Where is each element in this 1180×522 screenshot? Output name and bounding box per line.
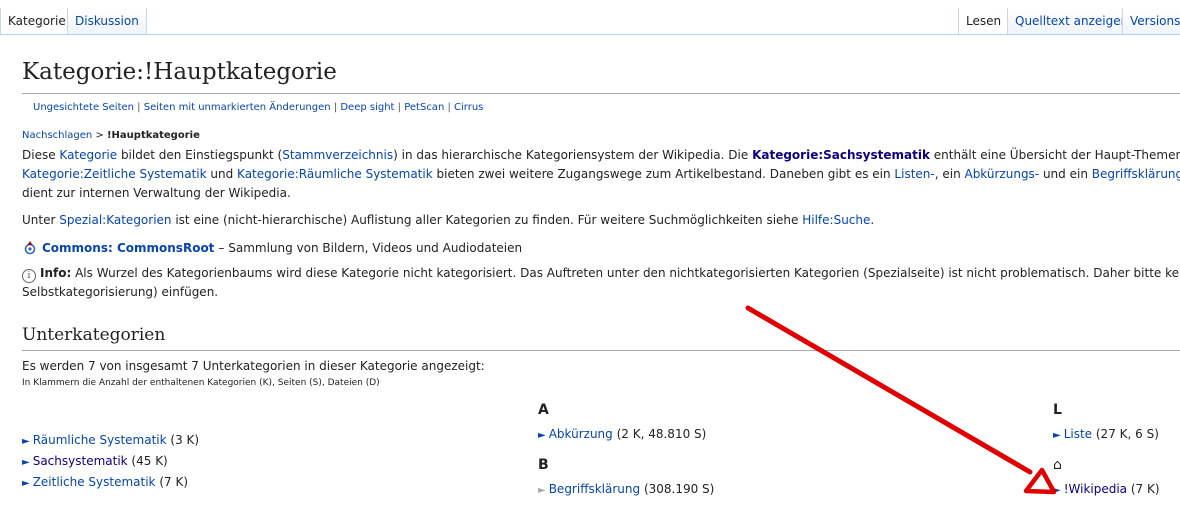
- link-spezial-kategorien[interactable]: Spezial:Kategorien: [59, 213, 171, 227]
- tool-link-deep-sight[interactable]: Deep sight: [340, 102, 394, 113]
- list-item: ► Sachsystematik (45 K): [22, 451, 199, 472]
- intro-text: bieten zwei weitere Zugangswege zum Arti…: [432, 166, 895, 181]
- breadcrumb-link[interactable]: Nachschlagen: [22, 130, 92, 141]
- link-zeitliche-systematik[interactable]: Kategorie:Zeitliche Systematik: [22, 167, 207, 181]
- intro-text: und ein: [1039, 166, 1092, 181]
- commons-line: Commons: CommonsRoot – Sammlung von Bild…: [22, 239, 1180, 258]
- list-item: ► Liste (27 K, 6 S): [1053, 424, 1160, 445]
- tab-lesen[interactable]: Lesen: [958, 8, 1010, 35]
- expand-triangle-icon[interactable]: ►: [22, 478, 30, 489]
- link-begriffsklaerungsverzeichnis[interactable]: Begriffsklärungsverzeic: [1092, 167, 1180, 181]
- subcategory-link[interactable]: Sachsystematik: [33, 454, 128, 468]
- info-text: Als Wurzel des Kategorienbaums wird dies…: [71, 265, 1180, 280]
- tab-divider: [0, 34, 1180, 35]
- home-heading-icon: ⌂: [1053, 457, 1062, 473]
- link-stammverzeichnis[interactable]: Stammverzeichnis: [282, 148, 393, 162]
- tool-link-ungesichtete[interactable]: Ungesichtete Seiten: [33, 102, 134, 113]
- link-raeumliche-systematik[interactable]: Kategorie:Räumliche Systematik: [237, 167, 433, 181]
- subcategories-note: In Klammern die Anzahl der enthaltenen K…: [22, 378, 380, 389]
- link-abkuerzungs[interactable]: Abkürzungs-: [964, 167, 1039, 181]
- subcategory-link[interactable]: Liste: [1064, 427, 1092, 441]
- tool-link-cirrus[interactable]: Cirrus: [454, 102, 483, 113]
- intro-text: ) in das hierarchische Kategoriensystem …: [393, 147, 753, 162]
- subcategory-count: (3 K): [166, 433, 200, 447]
- empty-triangle-icon: ►: [538, 485, 546, 496]
- intro-paragraph: Diese Kategorie bildet den Einstiegspunk…: [22, 146, 1180, 204]
- letter-heading-a: A: [538, 402, 549, 418]
- subcategory-column-3: L ► Liste (27 K, 6 S) ⌂ ► !Wikipedia (7 K): [1053, 402, 1160, 500]
- tool-links: Ungesichtete Seiten | Seiten mit unmarki…: [33, 101, 484, 113]
- annotation-arrow-head: [1023, 467, 1057, 495]
- link-kategorie[interactable]: Kategorie: [59, 148, 117, 162]
- breadcrumb-separator: >: [92, 129, 107, 141]
- subcategory-link[interactable]: Begriffsklärung: [549, 482, 640, 496]
- expand-triangle-icon[interactable]: ►: [1053, 430, 1061, 441]
- expand-triangle-icon[interactable]: ►: [22, 457, 30, 468]
- expand-triangle-icon[interactable]: ►: [1053, 485, 1061, 496]
- list-item: ► Zeitliche Systematik (7 K): [22, 472, 199, 493]
- intro-text: dient zur internen Verwaltung der Wikipe…: [22, 186, 291, 201]
- link-hilfe-suche[interactable]: Hilfe:Suche: [802, 213, 870, 227]
- info-icon: i: [22, 268, 36, 283]
- subcategory-count: (45 K): [127, 454, 168, 468]
- tab-diskussion[interactable]: Diskussion: [67, 8, 147, 35]
- tab-quelltext-anzeigen[interactable]: Quelltext anzeigen: [1007, 8, 1137, 35]
- subcategory-count: (2 K, 48.810 S): [612, 427, 707, 441]
- intro-text: bildet den Einstiegspunkt (: [117, 147, 283, 162]
- breadcrumb-current: !Hauptkategorie: [106, 129, 200, 141]
- info-text: Selbstkategorisierung) einfügen.: [22, 284, 219, 299]
- intro-text: Diese: [22, 147, 60, 162]
- list-item: ► !Wikipedia (7 K): [1053, 479, 1160, 500]
- subcategory-column-2: A ► Abkürzung (2 K, 48.810 S) B ► Begriffs…: [538, 402, 714, 500]
- tool-link-unmarkierte[interactable]: Seiten mit unmarkierten Änderungen: [144, 102, 331, 113]
- letter-heading-l: L: [1053, 402, 1062, 418]
- subcategory-count: (7 K): [1127, 482, 1160, 496]
- info-note: i Info: Als Wurzel des Kategorienbaums wi…: [22, 264, 1180, 302]
- page-content: Kategorie:!Hauptkategorie Ungesichtete S…: [22, 36, 1180, 391]
- page-title: Kategorie:!Hauptkategorie: [22, 54, 1180, 94]
- intro-text: und: [206, 166, 238, 181]
- subcategory-link[interactable]: Abkürzung: [549, 427, 613, 441]
- paragraph-text: Unter: [22, 213, 60, 228]
- tab-kategorie[interactable]: Kategorie: [0, 8, 74, 35]
- subcategory-count: (308.190 S): [640, 482, 715, 496]
- breadcrumb: Nachschlagen > !Hauptkategorie: [22, 128, 1180, 144]
- subcategory-link-wikipedia[interactable]: !Wikipedia: [1064, 482, 1127, 496]
- link-listen[interactable]: Listen-: [894, 167, 934, 181]
- link-sachsystematik[interactable]: Kategorie:Sachsystematik: [752, 148, 930, 162]
- commons-text: – Sammlung von Bildern, Videos und Audio…: [218, 240, 523, 255]
- list-item: ► Abkürzung (2 K, 48.810 S): [538, 424, 714, 445]
- subcategories-heading: Unterkategorien: [22, 322, 1180, 352]
- subcategory-count: (27 K, 6 S): [1092, 427, 1159, 441]
- subcategory-link[interactable]: Zeitliche Systematik: [33, 475, 156, 489]
- letter-heading-b: B: [538, 457, 549, 473]
- list-item: ► Begriffsklärung (308.190 S): [538, 479, 714, 500]
- list-item: ► Räumliche Systematik (3 K): [22, 430, 199, 451]
- info-label: Info:: [40, 265, 72, 280]
- expand-triangle-icon[interactable]: ►: [22, 436, 30, 447]
- intro-text: , ein: [934, 166, 965, 181]
- commons-logo-icon: [24, 241, 36, 255]
- paragraph-text: ist eine (nicht-hierarchische) Auflistun…: [171, 213, 803, 228]
- tab-versionsgeschichte[interactable]: Versionsg: [1122, 8, 1180, 35]
- subcategory-column-1: ► Räumliche Systematik (3 K) ► Sachsystema…: [22, 430, 199, 493]
- subcategories-count: Es werden 7 von insgesamt 7 Unterkategor…: [22, 359, 485, 374]
- intro-text: enthält eine Übersicht der Haupt-Themeng…: [933, 147, 1180, 162]
- link-commons-root[interactable]: Commons: CommonsRoot: [42, 239, 214, 258]
- expand-triangle-icon[interactable]: ►: [538, 430, 546, 441]
- subcategory-link[interactable]: Räumliche Systematik: [33, 433, 167, 447]
- search-paragraph: Unter Spezial:Kategorien ist eine (nicht…: [22, 211, 1180, 230]
- paragraph-text: .: [870, 213, 875, 228]
- tool-link-petscan[interactable]: PetScan: [404, 102, 444, 113]
- tab-bar: Kategorie Diskussion Lesen Quelltext anz…: [0, 0, 1180, 36]
- subcategory-count: (7 K): [155, 475, 189, 489]
